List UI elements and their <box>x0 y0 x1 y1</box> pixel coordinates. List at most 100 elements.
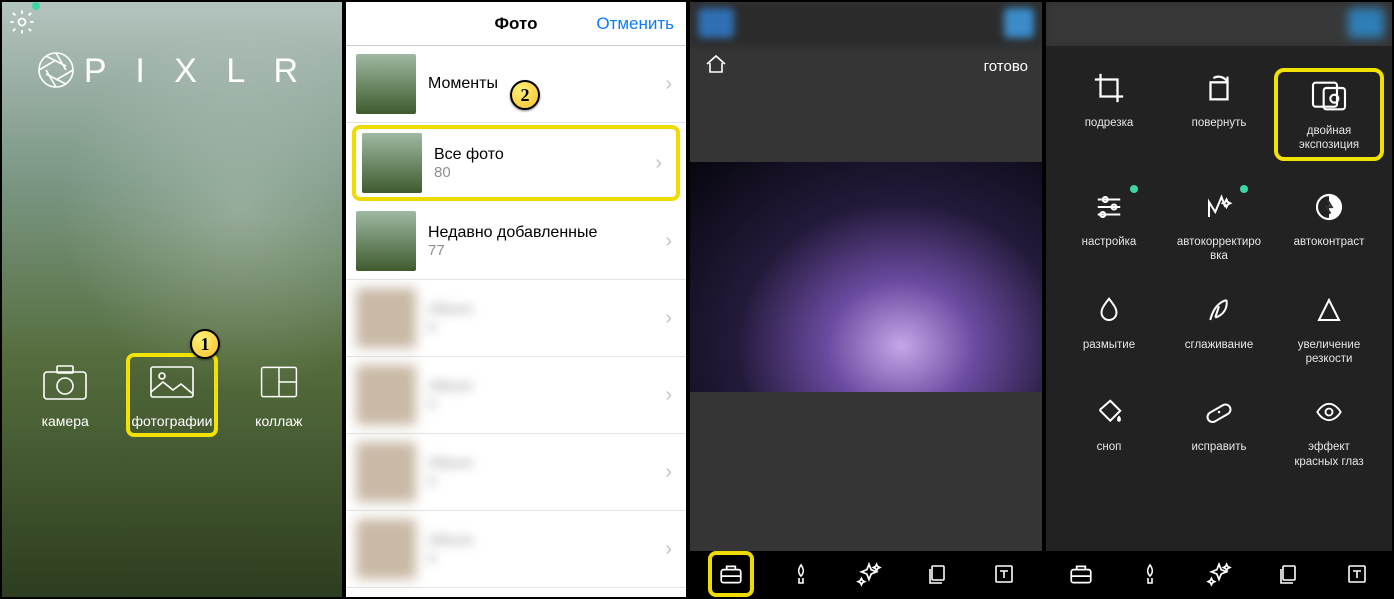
layers-icon <box>1276 562 1300 586</box>
text-tab[interactable] <box>984 554 1024 594</box>
home-action-row: камера фотографии коллаж <box>2 353 342 437</box>
album-row-selected[interactable]: Все фото80 › <box>352 125 680 201</box>
album-row[interactable]: Недавно добавленные77 › <box>346 203 686 280</box>
chevron-right-icon: › <box>665 230 672 253</box>
image-canvas[interactable] <box>690 162 1042 392</box>
cancel-button[interactable]: Отменить <box>596 14 674 34</box>
sparkle-icon <box>1206 561 1232 587</box>
chevron-right-icon: › <box>665 307 672 330</box>
photos-icon <box>148 361 196 403</box>
brush-icon <box>789 562 813 586</box>
tool-label: размытие <box>1083 338 1135 352</box>
notification-dot <box>1130 185 1138 193</box>
album-thumb <box>356 442 416 502</box>
tool-label: автоконтраст <box>1294 235 1365 249</box>
photos-button[interactable]: фотографии <box>126 353 219 437</box>
step-badge-2: 2 <box>510 80 540 110</box>
brush-tab[interactable] <box>781 554 821 594</box>
rotate-icon <box>1197 68 1241 108</box>
album-count: 0 <box>428 473 473 490</box>
collage-label: коллаж <box>255 413 302 429</box>
album-row[interactable]: Album0 › <box>346 511 686 588</box>
album-title: Album <box>428 532 473 550</box>
chevron-right-icon: › <box>665 461 672 484</box>
notification-dot <box>1240 185 1248 193</box>
toolbox-icon <box>1068 561 1094 587</box>
toolbox-tab[interactable] <box>708 551 754 597</box>
album-row[interactable]: Album0 › <box>346 280 686 357</box>
tool-label: подрезка <box>1085 116 1134 130</box>
autocontrast-icon <box>1307 187 1351 227</box>
autofix-tool[interactable]: автокорректиро вка <box>1164 187 1274 264</box>
layers-icon <box>925 562 949 586</box>
sparkle-icon <box>856 561 882 587</box>
sliders-icon <box>1087 187 1131 227</box>
tool-label: эффект красных глаз <box>1294 440 1363 469</box>
album-title: Моменты <box>428 75 498 93</box>
album-title: Все фото <box>434 146 504 164</box>
tool-label: повернуть <box>1192 116 1247 130</box>
nav-bar: Фото Отменить <box>346 2 686 46</box>
toolbox-tab[interactable] <box>1061 554 1101 594</box>
autofix-icon <box>1197 187 1241 227</box>
double-exposure-tool[interactable]: двойная экспозиция <box>1274 68 1384 161</box>
chevron-right-icon: › <box>665 73 672 96</box>
layers-tab[interactable] <box>1268 554 1308 594</box>
album-title: Album <box>428 378 473 396</box>
album-count: 0 <box>428 396 473 413</box>
toolbox-icon <box>718 561 744 587</box>
chevron-right-icon: › <box>665 538 672 561</box>
effects-tab[interactable] <box>849 554 889 594</box>
album-thumb <box>356 211 416 271</box>
heal-tool[interactable]: исправить <box>1164 392 1274 469</box>
tool-label: сноп <box>1097 440 1122 454</box>
smooth-tool[interactable]: сглаживание <box>1164 290 1274 367</box>
album-count: 80 <box>434 164 504 181</box>
album-row[interactable]: Album0 › <box>346 357 686 434</box>
chevron-right-icon: › <box>655 152 662 175</box>
feather-icon <box>1197 290 1241 330</box>
camera-button[interactable]: камера <box>35 353 95 437</box>
adjust-tool[interactable]: настройка <box>1054 187 1164 264</box>
drop-icon <box>1087 290 1131 330</box>
album-title: Album <box>428 455 473 473</box>
done-button[interactable]: готово <box>984 58 1028 75</box>
bandaid-icon <box>1197 392 1241 432</box>
crop-icon <box>1087 68 1131 108</box>
bottom-toolbar <box>1046 551 1392 597</box>
pixlr-home-screen: P I X L R камера фотографии коллаж 1 <box>0 0 344 599</box>
sharpen-tool[interactable]: увеличение резкости <box>1274 290 1384 367</box>
tool-label: сглаживание <box>1185 338 1253 352</box>
autocontrast-tool[interactable]: автоконтраст <box>1274 187 1384 264</box>
album-thumb <box>356 365 416 425</box>
album-row[interactable]: Album0 › <box>346 434 686 511</box>
rotate-tool[interactable]: повернуть <box>1164 68 1274 161</box>
tool-label: увеличение резкости <box>1298 338 1360 367</box>
crop-tool[interactable]: подрезка <box>1054 68 1164 161</box>
tool-label: автокорректиро вка <box>1177 235 1261 264</box>
ios-photo-picker: Фото Отменить 2 Моменты › Все фото80 › Н… <box>344 0 688 599</box>
camera-label: камера <box>42 413 89 429</box>
tool-label: двойная экспозиция <box>1299 124 1359 153</box>
editor-screen: готово <box>688 0 1044 599</box>
settings-icon[interactable] <box>8 8 36 36</box>
step-badge-1: 1 <box>190 329 220 359</box>
tool-label: исправить <box>1192 440 1247 454</box>
bottom-toolbar <box>690 551 1042 597</box>
layers-tab[interactable] <box>917 554 957 594</box>
logo-text: P I X L R <box>84 52 308 90</box>
camera-icon <box>41 361 89 403</box>
splash-tool[interactable]: сноп <box>1054 392 1164 469</box>
blur-tool[interactable]: размытие <box>1054 290 1164 367</box>
redeye-tool[interactable]: эффект красных глаз <box>1274 392 1384 469</box>
brush-tab[interactable] <box>1130 554 1170 594</box>
album-thumb <box>356 519 416 579</box>
eye-icon <box>1307 392 1351 432</box>
tools-grid-screen: подрезка повернуть двойная экспозиция на… <box>1044 0 1394 599</box>
effects-tab[interactable] <box>1199 554 1239 594</box>
home-icon[interactable] <box>704 53 728 79</box>
album-list[interactable]: Моменты › Все фото80 › Недавно добавленн… <box>346 46 686 597</box>
collage-button[interactable]: коллаж <box>249 353 309 437</box>
text-tab[interactable] <box>1337 554 1377 594</box>
collage-icon <box>255 361 303 403</box>
